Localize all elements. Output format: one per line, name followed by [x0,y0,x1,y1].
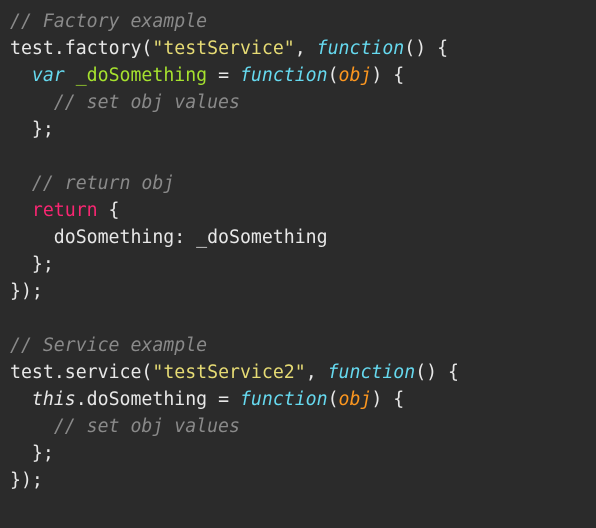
code-line: test.service("testService2", function() … [10,362,459,383]
code: doSomething: _doSomething [10,227,328,248]
punct: = [207,65,240,86]
comment: // Factory example [10,11,207,32]
code-line: doSomething: _doSomething [10,227,328,248]
param: obj [339,389,372,410]
punct: , [306,362,328,383]
code-line: this.doSomething = function(obj) { [10,389,404,410]
code-line: // Service example [10,335,207,356]
code-line: }; [10,443,54,464]
keyword-var: var [32,65,65,86]
indent [10,92,54,113]
punct: () { [404,38,448,59]
code-line: var _doSomething = function(obj) { [10,65,404,86]
punct: }; [10,443,54,464]
punct: ( [141,362,152,383]
indent [10,65,32,86]
punct: }); [10,281,43,302]
keyword-return: return [32,200,98,221]
punct: .doSomething = [76,389,240,410]
code-line: // set obj values [10,416,240,437]
method: factory [65,38,142,59]
punct: () { [415,362,459,383]
punct: ( [141,38,152,59]
code-line: }); [10,470,43,491]
punct: . [54,362,65,383]
punct: ) { [371,389,404,410]
code-block: // Factory example test.factory("testSer… [0,0,596,502]
indent [10,389,32,410]
punct: , [295,38,317,59]
punct: }; [10,254,54,275]
punct: }; [10,119,54,140]
punct: ) { [371,65,404,86]
space [65,65,76,86]
comment: // return obj [32,173,174,194]
var-decl: _doSomething [76,65,207,86]
code-line: // return obj [10,173,174,194]
string: "testService" [152,38,294,59]
method: service [65,362,142,383]
indent [10,200,32,221]
punct: { [98,200,120,221]
comment: // set obj values [54,416,240,437]
code-line: // Factory example [10,11,207,32]
code-line: return { [10,200,120,221]
code-line: // set obj values [10,92,240,113]
punct: ( [328,389,339,410]
comment: // Service example [10,335,207,356]
code-line: }; [10,254,54,275]
code-line: }); [10,281,43,302]
comment: // set obj values [54,92,240,113]
indent [10,416,54,437]
punct: ( [328,65,339,86]
keyword-function: function [240,65,328,86]
ident: test [10,38,54,59]
keyword-function: function [240,389,328,410]
keyword-function: function [317,38,405,59]
code-line: }; [10,119,54,140]
code-line: test.factory("testService", function() { [10,38,448,59]
ident: test [10,362,54,383]
indent [10,173,32,194]
keyword-function: function [328,362,416,383]
punct: }); [10,470,43,491]
keyword-this: this [32,389,76,410]
punct: . [54,38,65,59]
string: "testService2" [152,362,305,383]
param: obj [339,65,372,86]
